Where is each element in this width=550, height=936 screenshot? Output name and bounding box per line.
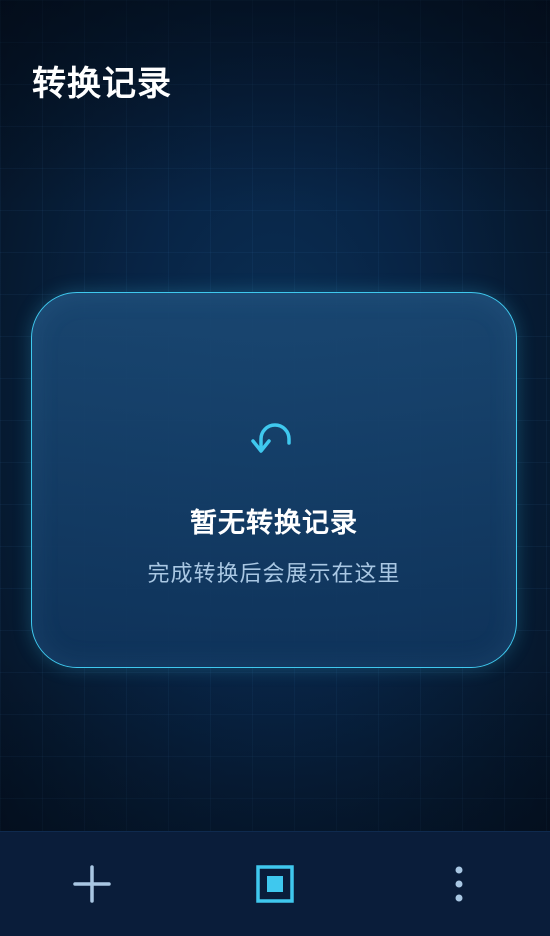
empty-state-card: 暂无转换记录 完成转换后会展示在这里 — [31, 292, 517, 668]
empty-state-title: 暂无转换记录 — [190, 508, 358, 539]
plus-icon — [73, 865, 111, 903]
more-options-button[interactable] — [435, 860, 483, 908]
empty-state-subtitle: 完成转换后会展示在这里 — [147, 562, 401, 587]
records-tab-button[interactable] — [251, 860, 299, 908]
page-title: 转换记录 — [32, 64, 172, 104]
square-record-icon — [256, 865, 294, 903]
more-vertical-icon — [455, 866, 463, 902]
bottom-nav-bar — [0, 831, 550, 936]
add-button[interactable] — [68, 860, 116, 908]
undo-arrow-icon — [251, 423, 291, 453]
